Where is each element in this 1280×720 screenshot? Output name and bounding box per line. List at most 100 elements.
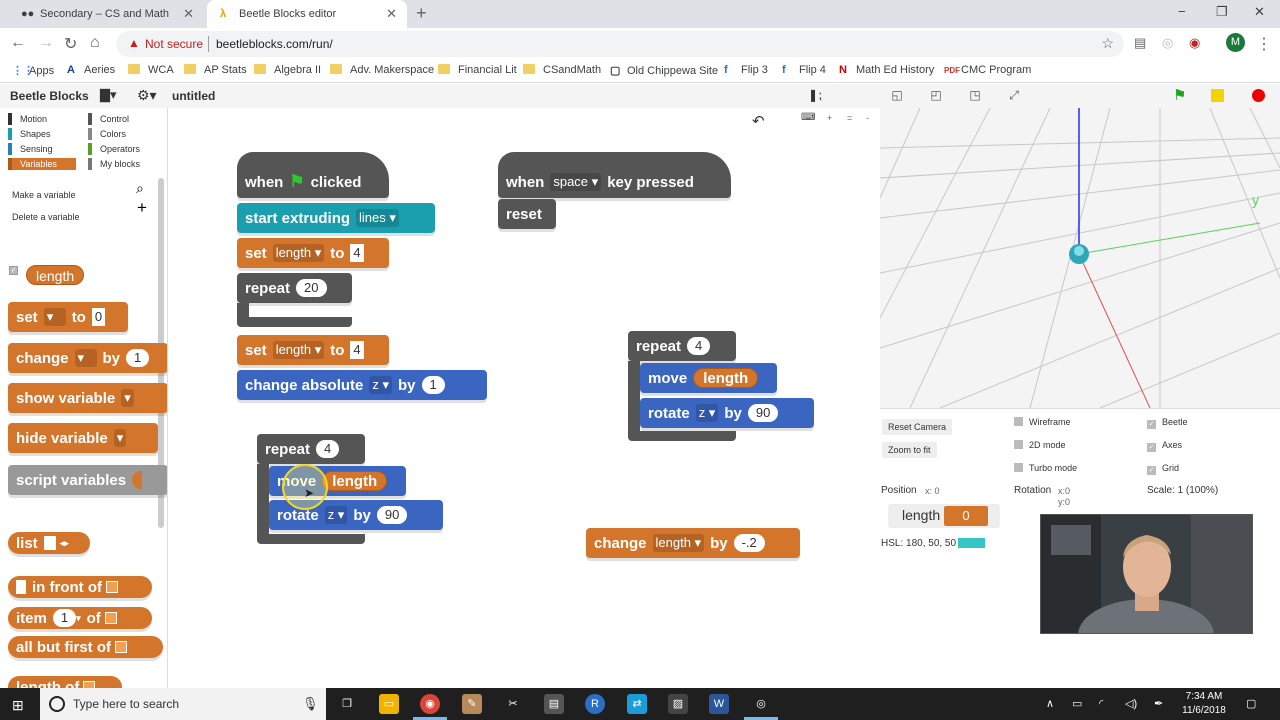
bookmark-cmc-program[interactable]: PDFCMC Program bbox=[944, 64, 1031, 76]
block-repeat-4[interactable]: repeat 4 bbox=[628, 331, 736, 361]
bookmark-flip-4[interactable]: f Flip 4 bbox=[782, 64, 826, 76]
category-colors[interactable]: Colors bbox=[88, 128, 156, 140]
avatar[interactable]: M bbox=[1226, 33, 1245, 52]
sprite-icon[interactable]: ❚⁏ bbox=[808, 88, 822, 102]
bookmark-apps[interactable]: ⋮⋮Apps bbox=[12, 64, 54, 77]
fullscreen-icon[interactable]: ⤢ bbox=[1005, 87, 1023, 103]
category-control[interactable]: Control bbox=[88, 113, 156, 125]
bookmark-old-chippewa[interactable]: ▢ Old Chippewa Site bbox=[610, 64, 718, 77]
pause-icon[interactable] bbox=[1211, 89, 1224, 102]
block-change[interactable]: changeby1 bbox=[8, 343, 167, 373]
tab-secondary-cs-math[interactable]: ●● Secondary – CS and Math ✕ bbox=[8, 0, 204, 28]
variable-checkbox[interactable]: ✓ bbox=[9, 266, 18, 275]
battery-icon[interactable]: ▭ bbox=[1072, 697, 1082, 710]
block-set-length[interactable]: setlengthto4 bbox=[237, 238, 389, 268]
block-set[interactable]: setto0 bbox=[8, 302, 128, 332]
bookmark-flip-3[interactable]: f Flip 3 bbox=[724, 64, 768, 76]
block-script-variables[interactable]: script variables bbox=[8, 465, 167, 495]
maximize-button[interactable]: ❐ bbox=[1216, 4, 1228, 20]
close-tab-icon[interactable]: ✕ bbox=[386, 6, 397, 22]
url-field[interactable]: ▲ Not secure beetleblocks.com/run/ ☆ bbox=[116, 31, 1124, 57]
block-length-of[interactable]: length of bbox=[8, 676, 122, 688]
wifi-icon[interactable]: ◜ bbox=[1099, 697, 1103, 710]
split-stage-icon[interactable]: ◰ bbox=[927, 87, 945, 103]
large-stage-icon[interactable]: ◳ bbox=[966, 87, 984, 103]
close-tab-icon[interactable]: ✕ bbox=[183, 6, 194, 22]
category-variables[interactable]: Variables bbox=[8, 158, 76, 170]
make-variable-button[interactable]: Make a variable bbox=[12, 190, 76, 200]
menu-icon[interactable]: ⋮ bbox=[1256, 34, 1272, 54]
block-set-length[interactable]: setlengthto4 bbox=[237, 335, 389, 365]
search-icon[interactable]: ⌕ bbox=[136, 180, 144, 197]
block-rotate[interactable]: rotatezby90 bbox=[640, 398, 814, 428]
option-wireframe[interactable]: Wireframe bbox=[1014, 417, 1071, 427]
block-list[interactable]: list ◂▸ bbox=[8, 532, 90, 554]
keyboard-icon[interactable]: ⌨ bbox=[801, 112, 815, 123]
bookmark-math-ed-history[interactable]: N Math Ed History bbox=[839, 64, 934, 76]
stop-icon[interactable] bbox=[1252, 89, 1265, 102]
paint-icon[interactable]: ✎ bbox=[462, 694, 482, 714]
star-icon[interactable]: ☆ bbox=[1101, 35, 1114, 52]
option-turbo-mode[interactable]: Turbo mode bbox=[1014, 463, 1077, 473]
app-icon[interactable]: ◎ bbox=[751, 694, 771, 714]
chrome-icon[interactable]: ◉ bbox=[420, 694, 440, 714]
task-view-icon[interactable]: ❐ bbox=[337, 694, 357, 714]
bookmark-adv-makerspace[interactable]: Adv. Makerspace bbox=[330, 64, 434, 76]
small-stage-icon[interactable]: ◱ bbox=[888, 87, 906, 103]
block-change-length[interactable]: changelengthby-.2 bbox=[586, 528, 800, 558]
undo-icon[interactable]: ↶ bbox=[752, 112, 765, 130]
zoom-to-fit-button[interactable]: Zoom to fit bbox=[882, 442, 937, 458]
zoom-in-icon[interactable]: + bbox=[827, 113, 832, 123]
photos-icon[interactable]: ▨ bbox=[668, 694, 688, 714]
option-axes[interactable]: ✓ Axes bbox=[1147, 440, 1182, 452]
variable-watcher[interactable]: length 0 bbox=[888, 504, 1000, 528]
show-hidden-icons-icon[interactable]: ∧ bbox=[1046, 697, 1054, 710]
bookmark-algebra-ii[interactable]: Algebra II bbox=[254, 64, 321, 76]
add-icon[interactable]: + bbox=[137, 198, 147, 218]
option-2d-mode[interactable]: 2D mode bbox=[1014, 440, 1066, 450]
block-move[interactable]: move length bbox=[640, 363, 777, 393]
3d-stage[interactable]: y bbox=[880, 108, 1280, 408]
bookmark-ap-stats[interactable]: AP Stats bbox=[184, 64, 247, 76]
forward-icon[interactable]: → bbox=[38, 34, 54, 52]
file-menu-icon[interactable]: ▇▾ bbox=[100, 87, 117, 103]
app-icon[interactable]: R bbox=[585, 694, 605, 714]
word-icon[interactable]: W bbox=[709, 694, 729, 714]
snipping-tool-icon[interactable]: ✂ bbox=[503, 694, 523, 714]
extension-icon[interactable]: ◎ bbox=[1162, 35, 1173, 51]
block-all-but-first-of[interactable]: all but first of bbox=[8, 636, 163, 658]
category-operators[interactable]: Operators bbox=[88, 143, 156, 155]
zoom-out-icon[interactable]: - bbox=[866, 113, 869, 123]
category-motion[interactable]: Motion bbox=[8, 113, 76, 125]
block-change-absolute[interactable]: change absolutezby1 bbox=[237, 370, 487, 400]
home-icon[interactable]: ⌂ bbox=[90, 34, 100, 52]
category-shapes[interactable]: Shapes bbox=[8, 128, 76, 140]
app-icon[interactable]: ⇄ bbox=[627, 694, 647, 714]
option-grid[interactable]: ✓ Grid bbox=[1147, 463, 1179, 475]
notifications-icon[interactable]: ▢ bbox=[1246, 697, 1256, 710]
block-hide-variable[interactable]: hide variable bbox=[8, 423, 158, 453]
green-flag-icon[interactable]: ⚑ bbox=[1173, 86, 1186, 104]
block-item-of[interactable]: item 1 ▾ of bbox=[8, 607, 152, 629]
app-icon[interactable]: ▤ bbox=[544, 694, 564, 714]
block-show-variable[interactable]: show variable bbox=[8, 383, 167, 413]
bookmark-aeries[interactable]: A Aeries bbox=[67, 64, 115, 76]
block-repeat-20[interactable]: repeat 20 bbox=[237, 273, 352, 303]
delete-variable-button[interactable]: Delete a variable bbox=[12, 212, 80, 222]
block-start-extruding[interactable]: start extruding lines bbox=[237, 203, 435, 233]
block-reset[interactable]: reset bbox=[498, 199, 556, 229]
app-logo[interactable]: Beetle Blocks bbox=[10, 89, 89, 103]
bookmark-csandmath[interactable]: CSandMath bbox=[523, 64, 601, 76]
block-in-front-of[interactable]: in front of bbox=[8, 576, 152, 598]
gear-icon[interactable]: ⚙▾ bbox=[137, 87, 157, 104]
category-sensing[interactable]: Sensing bbox=[8, 143, 76, 155]
bookmark-financial-lit[interactable]: Financial Lit bbox=[438, 64, 517, 76]
volume-icon[interactable]: ◁) bbox=[1125, 697, 1137, 710]
taskbar-search[interactable]: Type here to search 🎙 bbox=[40, 688, 326, 720]
reset-camera-button[interactable]: Reset Camera bbox=[882, 419, 953, 435]
hat-when-flag-clicked[interactable]: when ⚑ clicked bbox=[237, 152, 389, 198]
microphone-icon[interactable]: 🎙 bbox=[302, 696, 319, 712]
category-my-blocks[interactable]: My blocks bbox=[88, 158, 156, 170]
tab-beetle-blocks[interactable]: λ Beetle Blocks editor ✕ bbox=[207, 0, 407, 28]
variable-length[interactable]: length bbox=[26, 265, 85, 285]
